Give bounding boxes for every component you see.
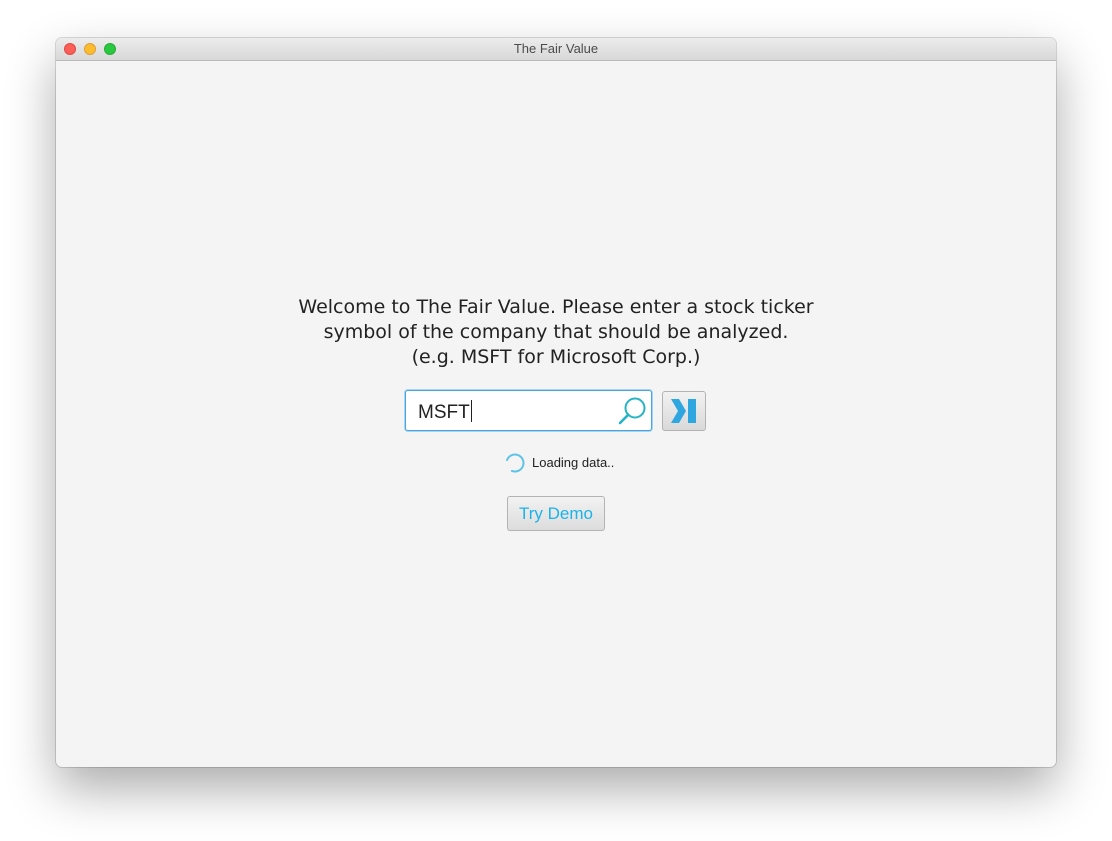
spinner-icon: [505, 453, 525, 473]
welcome-line-3: (e.g. MSFT for Microsoft Corp.): [411, 346, 701, 368]
app-window: The Fair Value Welcome to The Fair Value…: [56, 38, 1056, 767]
ticker-input-value[interactable]: MSFT: [418, 400, 472, 424]
try-demo-button[interactable]: Try Demo: [507, 496, 605, 531]
welcome-line-1: Welcome to The Fair Value. Please enter …: [298, 296, 814, 318]
analyze-button[interactable]: [662, 391, 706, 431]
welcome-message: Welcome to The Fair Value. Please enter …: [56, 295, 1056, 370]
text-caret: [470, 400, 472, 422]
ticker-search-input[interactable]: MSFT: [405, 390, 652, 431]
welcome-line-2: symbol of the company that should be ana…: [323, 321, 789, 343]
loading-status-text: Loading data..: [532, 455, 615, 470]
search-icon[interactable]: [616, 395, 648, 427]
title-bar[interactable]: The Fair Value: [56, 38, 1056, 61]
main-content: Welcome to The Fair Value. Please enter …: [56, 61, 1056, 767]
skip-forward-icon: [671, 399, 696, 423]
window-title: The Fair Value: [513, 41, 599, 56]
